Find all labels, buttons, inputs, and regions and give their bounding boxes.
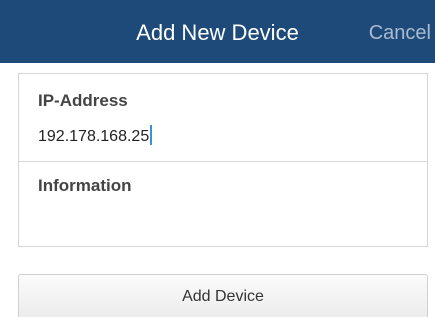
header-bar: Add New Device Cancel	[0, 0, 435, 63]
ip-address-input[interactable]: 192.178.168.25	[38, 125, 408, 147]
information-field: Information	[19, 162, 427, 247]
information-label: Information	[38, 176, 132, 195]
ip-address-value: 192.178.168.25	[38, 128, 150, 145]
add-device-button[interactable]: Add Device	[18, 274, 428, 317]
add-device-screen: Add New Device Cancel IP-Address 192.178…	[0, 0, 435, 317]
information-input[interactable]	[38, 202, 408, 238]
text-caret	[150, 125, 153, 145]
device-form: IP-Address 192.178.168.25 Information	[18, 73, 428, 247]
ip-address-label: IP-Address	[38, 91, 128, 110]
ip-address-field: IP-Address 192.178.168.25	[19, 74, 427, 162]
cancel-button[interactable]: Cancel	[369, 0, 431, 63]
